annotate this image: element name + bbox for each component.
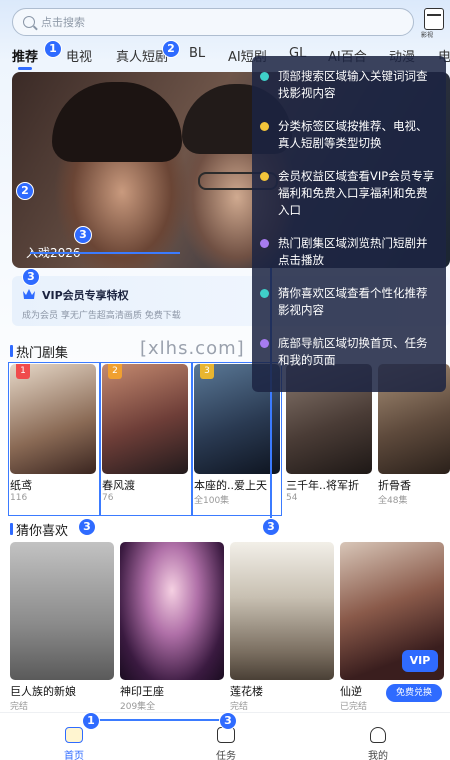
tip-item: 分类标签区域按推荐、电视、真人短剧等类型切换	[260, 118, 438, 152]
tip-item: 底部导航区域切换首页、任务和我的页面	[260, 335, 438, 369]
like-sub: 209集全	[120, 702, 156, 712]
calendar-icon-label: 影视	[421, 32, 434, 39]
tip-dot	[260, 239, 269, 248]
crown-icon	[23, 289, 35, 299]
hot-name: 三千年..将军折	[286, 479, 359, 492]
tip-text: 顶部搜索区域输入关键词词查找影视内容	[278, 69, 428, 100]
nav-profile[interactable]: 我的	[358, 727, 398, 760]
nav-task-label: 任务	[216, 751, 236, 760]
redeem-button[interactable]: 免费兑换	[386, 684, 442, 702]
tip-text: 会员权益区域查看VIP会员专享福利和免费入口享福利和免费入口	[278, 169, 435, 217]
tip-item: 热门剧集区域浏览热门短剧并点击播放	[260, 235, 438, 269]
nav-home-label: 首页	[64, 751, 84, 760]
search-icon	[23, 16, 35, 28]
nav-profile-label: 我的	[368, 751, 388, 760]
like-card-2[interactable]: 神印王座 209集全	[120, 542, 224, 712]
like-card-3[interactable]: 莲花楼 完结	[230, 542, 334, 712]
poster: VIP	[340, 542, 444, 680]
like-card-1[interactable]: 巨人族的新娘 完结	[10, 542, 114, 712]
profile-icon	[370, 727, 386, 743]
marker-badge: 3	[74, 226, 92, 244]
tab-recommend[interactable]: 推荐	[12, 46, 38, 70]
tutorial-tip-panel: 顶部搜索区域输入关键词词查找影视内容 分类标签区域按推荐、电视、真人短剧等类型切…	[252, 56, 446, 392]
banner-figure-left	[52, 82, 182, 162]
tip-text: 猜你喜欢区域查看个性化推荐影视内容	[278, 286, 428, 317]
tip-dot	[260, 289, 269, 298]
marker-badge: 2	[16, 182, 34, 200]
guide-line-nav	[92, 719, 228, 721]
nav-home[interactable]: 首页	[54, 727, 94, 760]
tip-item: 猜你喜欢区域查看个性化推荐影视内容	[260, 285, 438, 319]
poster	[230, 542, 334, 680]
guide-box-hot-2	[100, 362, 192, 516]
tip-dot	[260, 72, 269, 81]
like-name: 神印王座	[120, 685, 164, 698]
vip-title: VIP会员专享特权	[42, 289, 129, 302]
home-icon	[65, 727, 83, 743]
hot-section-title: 热门剧集	[10, 342, 68, 361]
nav-task[interactable]: 任务	[206, 727, 246, 760]
vip-badge: VIP	[402, 650, 438, 672]
search-bar[interactable]: 点击搜索	[12, 8, 414, 36]
like-section-title: 猜你喜欢	[10, 520, 68, 539]
like-name: 巨人族的新娘	[10, 685, 76, 698]
like-sub: 完结	[10, 702, 29, 712]
tip-dot	[260, 122, 269, 131]
tip-dot	[260, 339, 269, 348]
tip-text: 底部导航区域切换首页、任务和我的页面	[278, 336, 428, 367]
hot-sub: 全48集	[378, 496, 408, 506]
like-sub: 完结	[230, 702, 249, 712]
hot-name: 折骨香	[378, 479, 411, 492]
tab-live-short[interactable]: 真人短剧	[116, 46, 168, 65]
marker-badge: 1	[44, 40, 62, 58]
marker-badge: 2	[162, 40, 180, 58]
tip-item: 顶部搜索区域输入关键词词查找影视内容	[260, 68, 438, 102]
guide-line-banner	[30, 252, 180, 254]
marker-badge: 1	[82, 712, 100, 730]
marker-badge: 3	[22, 268, 40, 286]
tip-item: 会员权益区域查看VIP会员专享福利和免费入口享福利和免费入口	[260, 168, 438, 219]
hot-sub: 54	[286, 493, 298, 503]
tip-dot	[260, 172, 269, 181]
marker-badge: 3	[262, 518, 280, 536]
tab-tv[interactable]: 电视	[66, 46, 92, 65]
tip-text: 热门剧集区域浏览热门短剧并点击播放	[278, 236, 428, 267]
watermark: [xlhs.com]	[140, 338, 245, 359]
poster	[120, 542, 224, 680]
guide-box-hot-1	[8, 362, 100, 516]
vip-desc: 成为会员 享无广告超高清画质 免费下载	[22, 311, 181, 321]
poster	[10, 542, 114, 680]
tab-bl[interactable]: BL	[189, 46, 205, 61]
marker-badge: 3	[219, 712, 237, 730]
marker-badge: 3	[78, 518, 96, 536]
tip-text: 分类标签区域按推荐、电视、真人短剧等类型切换	[278, 119, 428, 150]
calendar-icon[interactable]: 影视	[421, 8, 444, 39]
search-placeholder: 点击搜索	[41, 16, 85, 29]
like-name: 莲花楼	[230, 685, 263, 698]
